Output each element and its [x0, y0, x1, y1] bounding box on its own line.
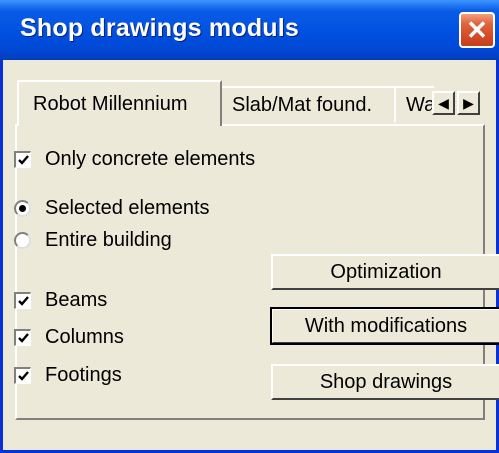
window-title: Shop drawings moduls [20, 14, 300, 42]
arrow-right-icon: ▶ [463, 95, 474, 111]
entire-building-radio[interactable]: Entire building [14, 229, 172, 252]
radio-label: Selected elements [45, 197, 210, 219]
tab-robot-millennium[interactable]: Robot Millennium [17, 80, 222, 126]
checkmark-icon [18, 296, 29, 306]
checkmark-icon [18, 371, 29, 381]
tab-slab-mat-found[interactable]: Slab/Mat found. [220, 86, 398, 122]
radio-label: Entire building [45, 229, 172, 251]
columns-checkbox[interactable]: Columns [14, 326, 124, 349]
checkbox-box[interactable] [14, 292, 31, 309]
radio-selected-dot-icon [19, 205, 26, 212]
tab-label: Wa [406, 93, 434, 116]
dialog-window: Shop drawings moduls ✕ Slab/Mat found. W… [0, 0, 499, 453]
checkbox-label: Beams [45, 289, 108, 311]
checkmark-icon [18, 333, 29, 343]
radio-button[interactable] [14, 232, 31, 249]
tab-wa[interactable]: Wa [394, 86, 434, 122]
checkmark-icon [18, 155, 29, 165]
radio-button[interactable] [14, 200, 31, 217]
footings-checkbox[interactable]: Footings [14, 364, 122, 387]
tab-label: Robot Millennium [33, 92, 188, 115]
close-icon: ✕ [466, 15, 488, 45]
shop-drawings-button[interactable]: Shop drawings [271, 364, 499, 400]
with-modifications-button[interactable]: With modifications [270, 307, 499, 345]
close-button[interactable]: ✕ [459, 12, 495, 48]
selected-elements-radio[interactable]: Selected elements [14, 197, 210, 220]
optimization-button[interactable]: Optimization [271, 254, 499, 290]
only-concrete-checkbox[interactable]: Only concrete elements [14, 148, 255, 171]
arrow-left-icon: ◀ [438, 95, 449, 111]
tab-label: Slab/Mat found. [232, 93, 373, 116]
checkbox-box[interactable] [14, 151, 31, 168]
checkbox-box[interactable] [14, 329, 31, 346]
checkbox-label: Columns [45, 326, 124, 348]
checkbox-box[interactable] [14, 367, 31, 384]
tab-scroll-left-button[interactable]: ◀ [432, 91, 455, 115]
tab-scroll-right-button[interactable]: ▶ [457, 91, 480, 115]
beams-checkbox[interactable]: Beams [14, 289, 107, 312]
checkbox-label: Footings [45, 364, 122, 386]
checkbox-label: Only concrete elements [45, 148, 256, 170]
title-bar[interactable]: Shop drawings moduls ✕ [0, 0, 499, 60]
